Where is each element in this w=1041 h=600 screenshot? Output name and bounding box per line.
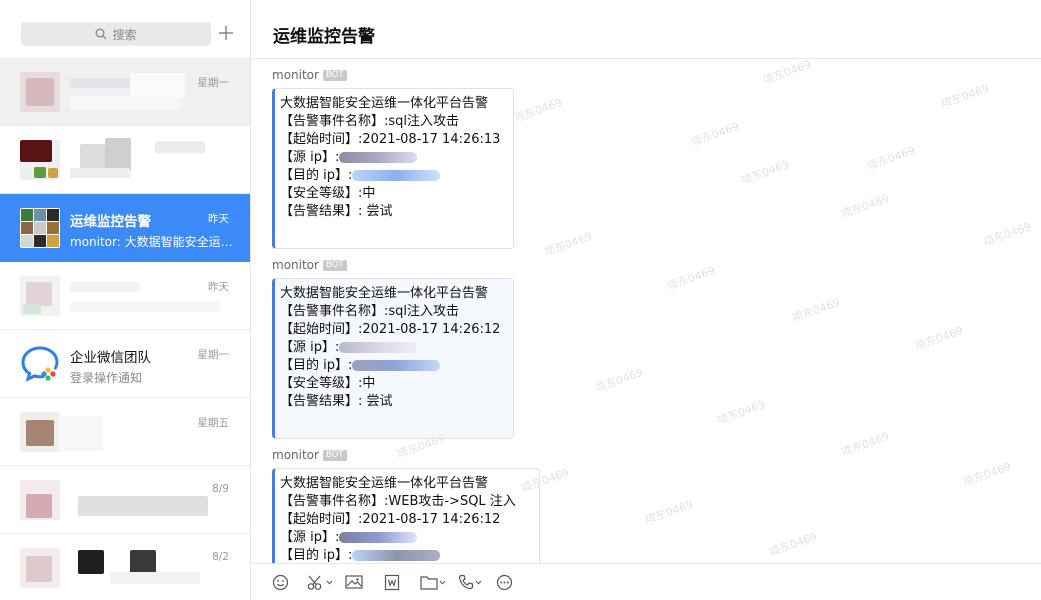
message-line: 【告警结果】: 尝试 [280, 394, 393, 409]
message: monitor BOT 大数据智能安全运维一体化平台告警 【告警事件名称】:sq… [272, 257, 514, 439]
conversation-time: 星期一 [197, 77, 230, 89]
redacted-ip [339, 532, 418, 543]
emoji-icon [272, 574, 289, 590]
bot-badge: BOT [322, 69, 347, 81]
conversation-preview: 登录操作通知 [70, 371, 143, 385]
image-button[interactable] [345, 572, 363, 592]
message-line: 【告警结果】: 尝试 [280, 204, 393, 219]
composer-toolbar [252, 563, 1041, 600]
bot-badge: BOT [322, 449, 347, 461]
message-line: 【安全等级】:中 [280, 186, 376, 201]
message-sender: monitor BOT [272, 447, 540, 463]
conversation-time: 8/9 [212, 483, 229, 495]
chat-title: 运维监控告警 [273, 27, 375, 47]
avatar [20, 276, 60, 316]
message-line: 大数据智能安全运维一体化平台告警 [280, 96, 489, 111]
image-icon [345, 575, 363, 589]
conversation-time: 星期一 [197, 349, 230, 361]
message-line-dest-ip: 【目的 ip】: [280, 167, 507, 185]
more-button[interactable] [496, 572, 513, 592]
conversation-item[interactable]: 星期五 [0, 398, 250, 466]
conversation-sidebar: 搜索 星期一 运维监控告警 monitor: 大数据智能安全运维 昨天 昨天 企… [0, 0, 251, 600]
message-bubble[interactable]: 大数据智能安全运维一体化平台告警 【告警事件名称】:sql注入攻击 【起始时间】… [272, 278, 514, 439]
chat-header: 运维监控告警 [252, 0, 1041, 59]
avatar [20, 140, 60, 180]
search-placeholder: 搜索 [112, 27, 137, 42]
search-row: 搜索 [0, 0, 250, 58]
message-line: 【安全等级】:中 [280, 376, 376, 391]
call-button[interactable] [458, 572, 482, 592]
message-bubble[interactable]: 大数据智能安全运维一体化平台告警 【告警事件名称】:sql注入攻击 【起始时间】… [272, 88, 514, 249]
word-document-icon [384, 574, 400, 590]
message-line: 【起始时间】:2021-08-17 14:26:12 [280, 512, 501, 527]
conversation-item[interactable]: 星期一 [0, 58, 250, 126]
redacted-ip [339, 152, 418, 163]
avatar [20, 412, 60, 452]
screenshot-button[interactable] [307, 572, 333, 592]
group-avatar [20, 208, 60, 248]
document-button[interactable] [384, 572, 400, 592]
file-button[interactable] [420, 572, 446, 592]
emoji-button[interactable] [272, 572, 289, 592]
redacted-ip [339, 342, 418, 353]
search-input[interactable]: 搜索 [21, 22, 211, 46]
sender-name: monitor [272, 258, 319, 272]
conversation-preview: monitor: 大数据智能安全运维一体化平台告警 [70, 235, 235, 249]
message-line: 【告警事件名称】:sql注入攻击 [280, 304, 460, 319]
message-sender: monitor BOT [272, 257, 514, 273]
add-plus-icon[interactable] [216, 23, 236, 43]
message-line: 【起始时间】:2021-08-17 14:26:13 [280, 132, 501, 147]
redacted-ip [352, 360, 441, 371]
message: monitor BOT 大数据智能安全运维一体化平台告警 【告警事件名称】:WE… [272, 447, 540, 563]
message-sender: monitor BOT [272, 67, 514, 83]
conversation-item[interactable]: 企业微信团队 登录操作通知 星期一 [0, 330, 250, 398]
redacted-ip [352, 170, 441, 181]
message: monitor BOT 大数据智能安全运维一体化平台告警 【告警事件名称】:sq… [272, 67, 514, 249]
search-icon [96, 28, 107, 40]
conversation-list: 星期一 运维监控告警 monitor: 大数据智能安全运维 昨天 昨天 企业微信… [0, 58, 250, 600]
conversation-item[interactable] [0, 126, 250, 194]
chevron-down-icon [439, 580, 446, 585]
conversation-item[interactable]: 8/2 [0, 534, 250, 600]
scissors-icon [307, 575, 322, 590]
conversation-item[interactable]: 8/9 [0, 466, 250, 534]
wecom-team-logo-icon [21, 346, 59, 382]
chevron-down-icon [326, 580, 333, 585]
chevron-down-icon [475, 580, 482, 585]
avatar [20, 72, 60, 112]
conversation-item-active[interactable]: 运维监控告警 monitor: 大数据智能安全运维一体化平台告警 昨天 [0, 194, 250, 262]
conversation-name: 运维监控告警 [70, 214, 151, 230]
conversation-time: 昨天 [208, 281, 229, 293]
message-line-source-ip: 【源 ip】: [280, 149, 507, 167]
message-line-source-ip: 【源 ip】: [280, 339, 507, 357]
conversation-item[interactable]: 昨天 [0, 262, 250, 330]
conversation-time: 昨天 [208, 213, 229, 225]
message-line: 大数据智能安全运维一体化平台告警 [280, 286, 489, 301]
redacted-ip [352, 550, 441, 561]
avatar [20, 480, 60, 520]
message-line: 【告警事件名称】:WEB攻击->SQL 注入 [280, 494, 516, 509]
conversation-time: 星期五 [197, 417, 230, 429]
message-bubble[interactable]: 大数据智能安全运维一体化平台告警 【告警事件名称】:WEB攻击->SQL 注入 … [272, 468, 540, 563]
avatar [20, 344, 60, 384]
bot-badge: BOT [322, 259, 347, 271]
conversation-name: 企业微信团队 [70, 350, 151, 366]
folder-icon [420, 575, 438, 590]
phone-icon [458, 574, 474, 590]
message-line-source-ip: 【源 ip】: [280, 529, 533, 547]
sender-name: monitor [272, 448, 319, 462]
chat-panel: 运维监控告警 monitor BOT 大数据智能安全运维一体化平台告警 【告警事… [252, 0, 1041, 600]
avatar [20, 548, 60, 588]
sender-name: monitor [272, 68, 319, 82]
group-avatar-grid-icon [21, 209, 59, 247]
message-line: 【告警事件名称】:sql注入攻击 [280, 114, 460, 129]
message-line-dest-ip: 【目的 ip】: [280, 547, 533, 563]
conversation-time: 8/2 [212, 551, 229, 563]
message-line-dest-ip: 【目的 ip】: [280, 357, 507, 375]
message-line: 大数据智能安全运维一体化平台告警 [280, 476, 489, 491]
more-icon [496, 574, 513, 590]
message-list[interactable]: monitor BOT 大数据智能安全运维一体化平台告警 【告警事件名称】:sq… [252, 60, 1041, 563]
message-line: 【起始时间】:2021-08-17 14:26:12 [280, 322, 501, 337]
